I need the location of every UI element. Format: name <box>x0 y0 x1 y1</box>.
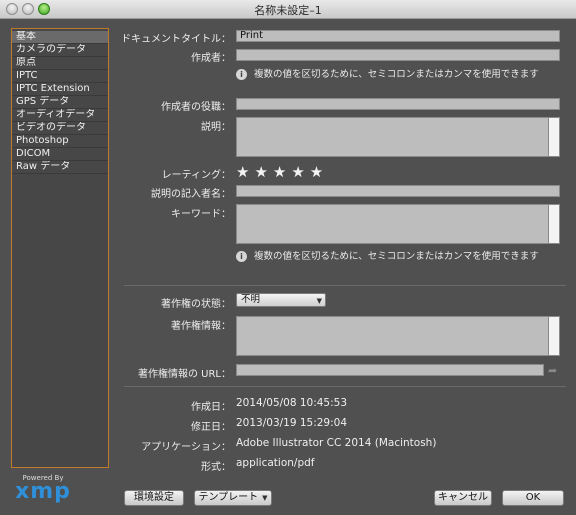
template-button-label: テンプレート <box>198 492 259 503</box>
author-role-input[interactable] <box>236 98 560 110</box>
author-note: i 複数の値を区切るために、セミコロンまたはカンマを使用できます <box>236 66 539 80</box>
application-value: Adobe Illustrator CC 2014 (Macintosh) <box>236 437 437 449</box>
info-icon: i <box>236 251 247 262</box>
chevron-down-icon: ▼ <box>316 297 322 305</box>
format-value: application/pdf <box>236 457 315 469</box>
copyright-url-label: 著作権情報の URL： <box>137 369 231 380</box>
rating-stars[interactable]: ★★★★★ <box>236 163 328 181</box>
keywords-note: i 複数の値を区切るために、セミコロンまたはカンマを使用できます <box>236 248 539 262</box>
application-label: アプリケーション： <box>141 442 231 453</box>
doc-title-input[interactable]: Print <box>236 30 560 42</box>
doc-title-label: ドキュメントタイトル： <box>121 34 231 45</box>
cancel-button[interactable]: キャンセル <box>434 490 492 506</box>
description-textarea[interactable] <box>236 117 560 157</box>
category-list-panel: 基本 カメラのデータ 原点 IPTC IPTC Extension GPS データ オーディ… <box>11 28 109 468</box>
description-label: 説明： <box>201 122 231 133</box>
keywords-scrollbar[interactable] <box>548 205 559 243</box>
category-item[interactable]: Raw データ <box>12 161 108 174</box>
created-label: 作成日： <box>191 402 231 413</box>
category-item[interactable]: 基本 <box>12 31 108 44</box>
preferences-button[interactable]: 環境設定 <box>124 490 184 506</box>
copyright-info-scrollbar[interactable] <box>548 317 559 355</box>
go-to-url-icon[interactable]: ➦ <box>548 364 557 377</box>
category-item[interactable]: オーディオデータ <box>12 109 108 122</box>
template-button[interactable]: テンプレート ▼ <box>194 490 272 506</box>
category-item[interactable]: IPTC Extension <box>12 83 108 96</box>
category-item[interactable]: ビデオのデータ <box>12 122 108 135</box>
file-info-dialog: 名称未設定–1 基本 カメラのデータ 原点 IPTC IPTC Extension GPS… <box>0 0 576 515</box>
category-item[interactable]: GPS データ <box>12 96 108 109</box>
description-scrollbar[interactable] <box>548 118 559 156</box>
desc-writer-label: 説明の記入者名： <box>151 189 231 200</box>
created-value: 2014/05/08 10:45:53 <box>236 397 348 409</box>
keywords-note-text: 複数の値を区切るために、セミコロンまたはカンマを使用できます <box>254 251 539 262</box>
rating-label: レーティング： <box>161 170 231 181</box>
author-note-text: 複数の値を区切るために、セミコロンまたはカンマを使用できます <box>254 69 539 80</box>
modified-value: 2013/03/19 15:29:04 <box>236 417 348 429</box>
category-item[interactable]: IPTC <box>12 70 108 83</box>
category-item[interactable]: 原点 <box>12 57 108 70</box>
keywords-label: キーワード： <box>171 209 231 220</box>
author-role-label: 作成者の役職： <box>161 102 231 113</box>
ok-button[interactable]: OK <box>502 490 564 506</box>
desc-writer-input[interactable] <box>236 185 560 197</box>
divider <box>124 285 566 286</box>
author-label: 作成者： <box>191 53 231 64</box>
copyright-status-label: 著作権の状態： <box>161 299 231 310</box>
copyright-url-input[interactable] <box>236 364 544 376</box>
window-title: 名称未設定–1 <box>254 4 322 17</box>
category-item[interactable]: カメラのデータ <box>12 44 108 57</box>
info-icon: i <box>236 69 247 80</box>
copyright-status-select[interactable]: 不明 ▼ <box>236 293 326 307</box>
category-list: 基本 カメラのデータ 原点 IPTC IPTC Extension GPS データ オーディ… <box>12 29 108 174</box>
copyright-status-value: 不明 <box>241 294 261 305</box>
modified-label: 修正日： <box>191 422 231 433</box>
chevron-down-icon: ▼ <box>262 494 268 502</box>
author-input[interactable] <box>236 49 560 61</box>
format-label: 形式： <box>201 462 231 473</box>
title-bar: 名称未設定–1 <box>0 0 576 19</box>
copyright-info-label: 著作権情報： <box>171 321 231 332</box>
category-item[interactable]: DICOM <box>12 148 108 161</box>
xmp-logo: Powered By xmp <box>12 474 82 508</box>
keywords-textarea[interactable] <box>236 204 560 244</box>
category-item[interactable]: Photoshop <box>12 135 108 148</box>
xmp-logo-text: xmp <box>15 479 71 504</box>
copyright-info-textarea[interactable] <box>236 316 560 356</box>
divider <box>124 386 566 387</box>
